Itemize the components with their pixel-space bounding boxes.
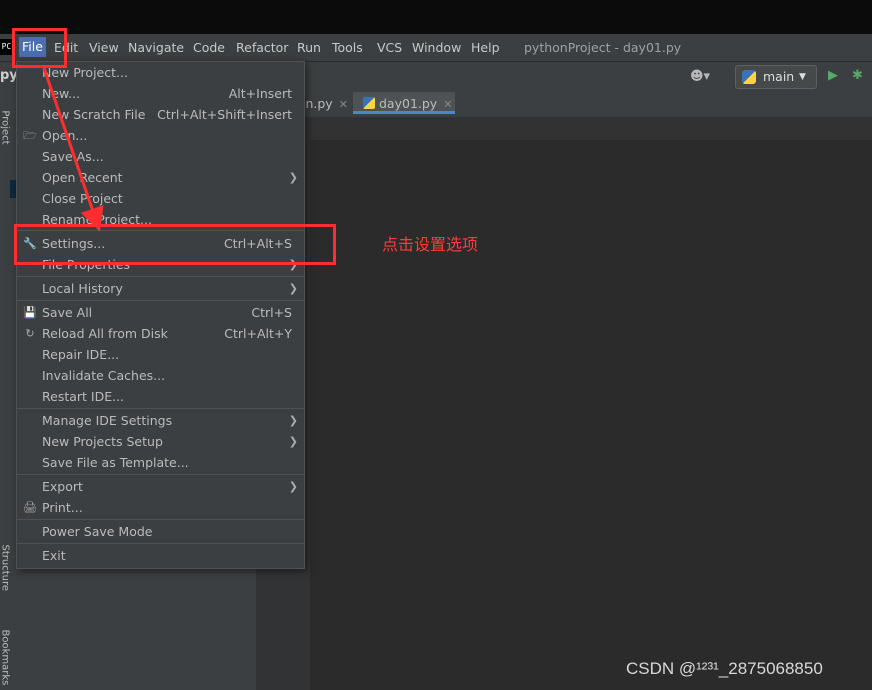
menu-save-all[interactable]: 💾 Save All Ctrl+S (17, 302, 304, 323)
chevron-down-icon: ▼ (799, 72, 806, 82)
chevron-right-icon: ❯ (288, 171, 298, 184)
chevron-right-icon: ❯ (288, 282, 298, 295)
menu-separator (17, 543, 304, 544)
menu-restart-ide[interactable]: Restart IDE... (17, 386, 304, 407)
tab-label: in.py (302, 96, 333, 111)
menu-save-as[interactable]: Save As... (17, 146, 304, 167)
code-editor[interactable] (310, 118, 872, 690)
close-icon[interactable]: ✕ (443, 98, 452, 111)
menu-bar: PC File Edit View Navigate Code Refactor… (0, 34, 872, 62)
chevron-right-icon: ❯ (288, 480, 298, 493)
menu-close-project[interactable]: Close Project (17, 188, 304, 209)
tab-label: day01.py (379, 96, 438, 111)
menu-code[interactable]: Code (193, 40, 225, 55)
current-line-highlight (310, 118, 872, 140)
menu-reload-all[interactable]: ↻ Reload All from Disk Ctrl+Alt+Y (17, 323, 304, 344)
menu-power-save-mode[interactable]: Power Save Mode (17, 521, 304, 542)
window-title: pythonProject - day01.py (524, 40, 682, 55)
menu-window[interactable]: Window (412, 40, 461, 55)
menu-repair-ide[interactable]: Repair IDE... (17, 344, 304, 365)
menu-open[interactable]: 🗁 Open... (17, 125, 304, 146)
menu-separator (17, 276, 304, 277)
menu-print[interactable]: 🖨 Print... (17, 497, 304, 518)
screen-top-bar (0, 0, 872, 34)
file-menu-dropdown: New Project... New... Alt+Insert New Scra… (16, 61, 305, 569)
menu-separator (17, 474, 304, 475)
menu-navigate[interactable]: Navigate (128, 40, 184, 55)
menu-run[interactable]: Run (297, 40, 321, 55)
save-icon: 💾 (23, 306, 37, 319)
folder-icon: 🗁 (23, 129, 37, 142)
close-icon[interactable]: ✕ (339, 98, 348, 111)
project-tool-tab[interactable]: Project (0, 105, 11, 151)
chevron-right-icon: ❯ (288, 414, 298, 427)
menu-manage-ide-settings[interactable]: Manage IDE Settings ❯ (17, 410, 304, 431)
menu-refactor[interactable]: Refactor (236, 40, 288, 55)
menu-invalidate-caches[interactable]: Invalidate Caches... (17, 365, 304, 386)
menu-new[interactable]: New... Alt+Insert (17, 83, 304, 104)
tab-main-py[interactable]: in.py ✕ (302, 92, 352, 117)
editor-tabs: in.py ✕ day01.py ✕ (256, 92, 872, 118)
reload-icon: ↻ (25, 327, 35, 340)
menu-separator (17, 408, 304, 409)
tab-day01-py[interactable]: day01.py ✕ (353, 92, 455, 114)
python-file-icon (363, 97, 375, 109)
menu-save-file-as-template[interactable]: Save File as Template... (17, 452, 304, 473)
menu-separator (17, 300, 304, 301)
menu-vcs[interactable]: VCS (377, 40, 402, 55)
file-menu-highlight-box (12, 28, 67, 68)
menu-new-projects-setup[interactable]: New Projects Setup ❯ (17, 431, 304, 452)
chevron-right-icon: ❯ (288, 435, 298, 448)
run-config-label: main (763, 69, 795, 84)
menu-export[interactable]: Export ❯ (17, 476, 304, 497)
left-tool-stripe: Project Structure Bookmarks (0, 92, 11, 690)
menu-exit[interactable]: Exit (17, 545, 304, 566)
run-config-selector[interactable]: main ▼ (735, 65, 817, 89)
menu-help[interactable]: Help (471, 40, 500, 55)
menu-tools[interactable]: Tools (332, 40, 363, 55)
menu-local-history[interactable]: Local History ❯ (17, 278, 304, 299)
structure-tool-tab[interactable]: Structure (0, 545, 11, 592)
menu-new-scratch-file[interactable]: New Scratch File Ctrl+Alt+Shift+Insert (17, 104, 304, 125)
user-account-icon[interactable]: ☻▾ (690, 69, 714, 85)
bookmarks-tool-tab[interactable]: Bookmarks (0, 630, 11, 686)
annotation-text: 点击设置选项 (382, 235, 479, 254)
watermark: CSDN @¹²³¹_2875068850 (626, 659, 823, 678)
settings-highlight-box (14, 224, 336, 265)
debug-bug-icon[interactable]: ✱ (852, 68, 863, 83)
menu-open-recent[interactable]: Open Recent ❯ (17, 167, 304, 188)
menu-separator (17, 519, 304, 520)
run-icon[interactable]: ▶ (828, 68, 838, 83)
python-icon (742, 70, 756, 84)
print-icon: 🖨 (23, 501, 37, 514)
menu-view[interactable]: View (89, 40, 119, 55)
